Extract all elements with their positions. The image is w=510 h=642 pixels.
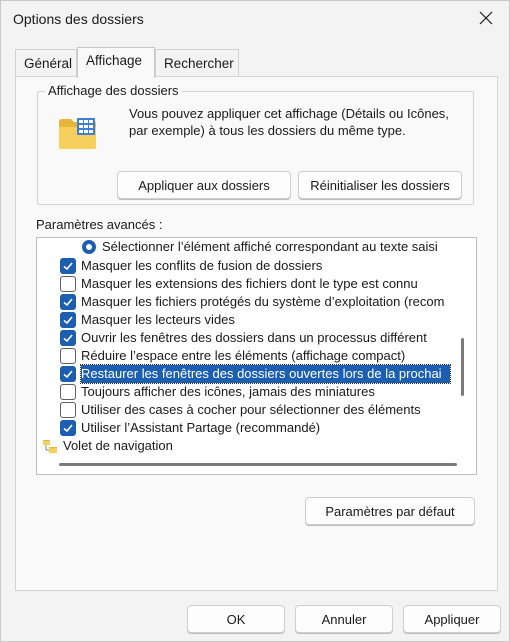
folder-view-group: Affichage des dossiers Vous pouvez appli… (37, 83, 474, 205)
checkbox-checked[interactable] (60, 366, 76, 382)
apply-to-folders-button[interactable]: Appliquer aux dossiers (117, 171, 291, 199)
tab-panel-view: Affichage des dossiers Vous pouvez appli… (15, 76, 498, 591)
list-item-label: Masquer les conflits de fusion de dossie… (81, 258, 323, 273)
folder-view-description: Vous pouvez appliquer cet affichage (Dét… (129, 106, 449, 138)
tab-general[interactable]: Général (15, 49, 77, 76)
list-item-label: Utiliser l’Assistant Partage (recommandé… (81, 420, 321, 435)
radio-button-checked[interactable] (82, 240, 96, 254)
list-item-hide-extensions[interactable]: Masquer les extensions des fichiers dont… (37, 275, 476, 293)
reset-folders-label: Réinitialiser les dossiers (310, 177, 450, 193)
list-item-label: Toujours afficher des icônes, jamais des… (81, 384, 375, 399)
list-item-sharing-wizard[interactable]: Utiliser l’Assistant Partage (recommandé… (37, 419, 476, 437)
tab-search-label: Rechercher (164, 56, 234, 71)
list-item-hide-empty-drives[interactable]: Masquer les lecteurs vides (37, 311, 476, 329)
dialog-footer: OK Annuler Appliquer (1, 597, 509, 641)
list-item-always-icons[interactable]: Toujours afficher des icônes, jamais des… (37, 383, 476, 401)
list-item-label: Masquer les fichiers protégés du système… (81, 294, 445, 309)
list-item-label: Masquer les lecteurs vides (81, 312, 235, 327)
checkbox-unchecked[interactable] (60, 402, 76, 418)
list-item-hide-merge-conflicts[interactable]: Masquer les conflits de fusion de dossie… (37, 257, 476, 275)
cancel-button[interactable]: Annuler (295, 605, 393, 633)
tab-general-label: Général (24, 56, 73, 71)
list-item-label: Restaurer les fenêtres des dossiers ouve… (80, 364, 451, 384)
checkbox-checked[interactable] (60, 312, 76, 328)
advanced-settings-list[interactable]: Sélectionner l’élément affiché correspon… (36, 237, 477, 475)
list-item-compact-view[interactable]: Réduire l’espace entre les éléments (aff… (37, 347, 476, 365)
checkbox-unchecked[interactable] (60, 384, 76, 400)
checkbox-checked[interactable] (60, 420, 76, 436)
restore-defaults-button[interactable]: Paramètres par défaut (305, 497, 475, 525)
folder-view-group-title: Affichage des dossiers (45, 83, 182, 98)
apply-label: Appliquer (424, 611, 480, 627)
list-item-label: Utiliser des cases à cocher pour sélecti… (81, 402, 421, 417)
tab-search[interactable]: Rechercher (155, 49, 239, 76)
advanced-settings-label: Paramètres avancés : (36, 217, 163, 232)
reset-folders-button[interactable]: Réinitialiser les dossiers (298, 171, 462, 199)
list-item-hide-protected-files[interactable]: Masquer les fichiers protégés du système… (37, 293, 476, 311)
list-item-label: Masquer les extensions des fichiers dont… (81, 276, 418, 291)
checkbox-checked[interactable] (60, 330, 76, 346)
title-bar: Options des dossiers (1, 1, 509, 39)
apply-button[interactable]: Appliquer (403, 605, 501, 633)
restore-defaults-label: Paramètres par défaut (325, 503, 455, 519)
ok-button[interactable]: OK (187, 605, 285, 633)
checkbox-unchecked[interactable] (60, 276, 76, 292)
list-item-label: Volet de navigation (63, 438, 173, 453)
folder-tree-icon (42, 438, 58, 459)
checkbox-unchecked[interactable] (60, 348, 76, 364)
list-item-separate-process[interactable]: Ouvrir les fenêtres des dossiers dans un… (37, 329, 476, 347)
vertical-scrollbar[interactable] (461, 338, 464, 396)
list-item-label: Réduire l’espace entre les éléments (aff… (81, 348, 406, 363)
list-item-label: Ouvrir les fenêtres des dossiers dans un… (81, 330, 427, 345)
list-item-restore-windows[interactable]: Restaurer les fenêtres des dossiers ouve… (37, 364, 476, 384)
close-icon (479, 11, 493, 28)
cancel-label: Annuler (321, 611, 367, 627)
tab-view[interactable]: Affichage (77, 47, 155, 78)
ok-label: OK (226, 611, 246, 627)
horizontal-scrollbar[interactable] (59, 463, 457, 466)
checkbox-checked[interactable] (60, 294, 76, 310)
list-item-use-checkboxes[interactable]: Utiliser des cases à cocher pour sélecti… (37, 401, 476, 419)
close-button[interactable] (469, 3, 503, 35)
folder-options-dialog: Options des dossiers Général Affichage R… (0, 0, 510, 642)
list-item-navigation-pane[interactable]: Volet de navigation (37, 437, 476, 455)
list-item-type-ahead-select[interactable]: Sélectionner l’élément affiché correspon… (37, 238, 476, 256)
list-item-label: Sélectionner l’élément affiché correspon… (102, 239, 438, 254)
tab-view-label: Affichage (86, 53, 143, 68)
apply-to-folders-label: Appliquer aux dossiers (138, 177, 270, 193)
checkbox-checked[interactable] (60, 258, 76, 274)
window-title: Options des dossiers (13, 11, 144, 27)
folder-grid-icon (58, 116, 98, 153)
